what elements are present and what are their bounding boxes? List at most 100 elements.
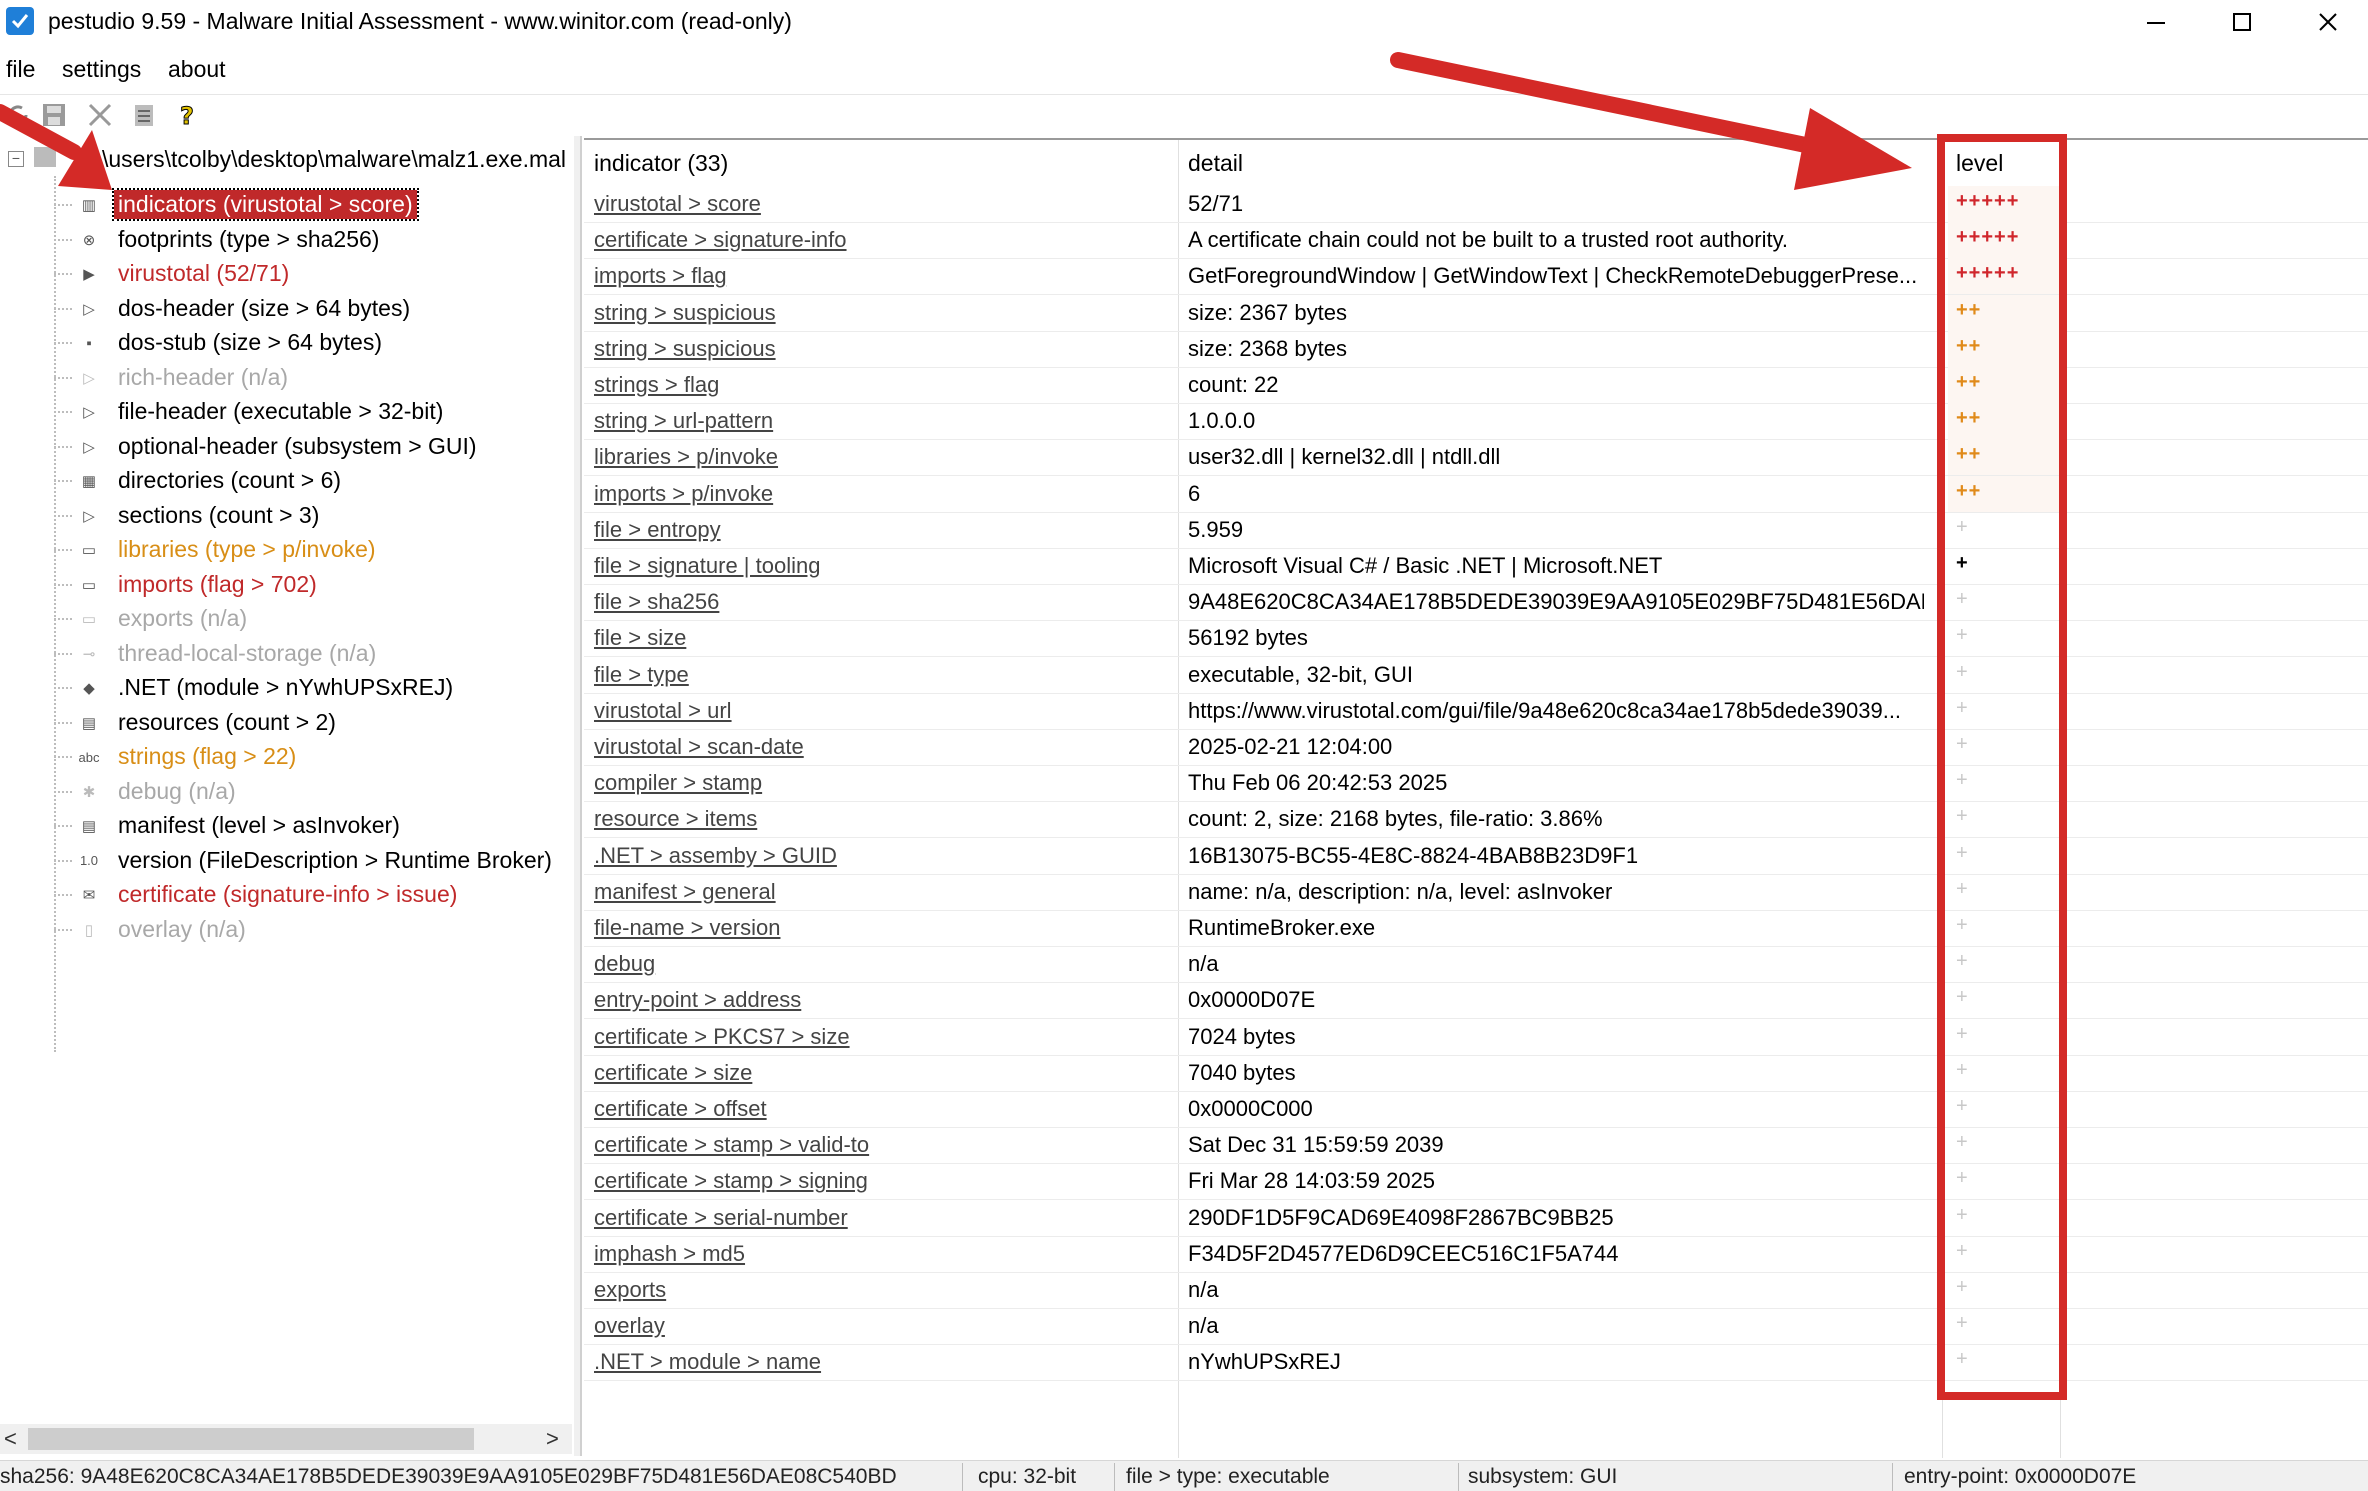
indicator-link[interactable]: .NET > module > name [594, 1349, 821, 1375]
indicator-link[interactable]: virustotal > url [594, 698, 732, 724]
indicator-link[interactable]: file > entropy [594, 517, 721, 543]
tree-item[interactable]: ▷ optional-header (subsystem > GUI) [54, 430, 574, 464]
tree-item[interactable]: ✱ debug (n/a) [54, 775, 574, 809]
tree-item[interactable]: ⊗ footprints (type > sha256) [54, 223, 574, 257]
indicator-link[interactable]: file-name > version [594, 915, 780, 941]
tree-item[interactable]: ▤ resources (count > 2) [54, 706, 574, 740]
indicator-link[interactable]: entry-point > address [594, 987, 801, 1013]
delete-button[interactable] [84, 99, 116, 131]
header-level[interactable]: level [1956, 150, 2003, 177]
scroll-thumb[interactable] [28, 1428, 474, 1450]
help-button[interactable]: ? [172, 99, 204, 131]
table-row[interactable]: file > sha256 9A48E620C8CA34AE178B5DEDE39… [584, 584, 2368, 622]
indicator-link[interactable]: imphash > md5 [594, 1241, 745, 1267]
tree-item[interactable]: ▦ directories (count > 6) [54, 464, 574, 498]
table-row[interactable]: string > suspicious size: 2368 bytes ++ [584, 330, 2368, 368]
table-row[interactable]: file-name > version RuntimeBroker.exe + [584, 910, 2368, 947]
tree-item[interactable]: abc strings (flag > 22) [54, 740, 574, 774]
tree-item[interactable]: ◆ .NET (module > nYwhUPSxREJ) [54, 671, 574, 705]
table-row[interactable]: .NET > assemby > GUID 16B13075-BC55-4E8C-… [584, 838, 2368, 875]
indicator-link[interactable]: certificate > offset [594, 1096, 767, 1122]
table-row[interactable]: certificate > size 7040 bytes + [584, 1055, 2368, 1092]
table-row[interactable]: file > size 56192 bytes + [584, 620, 2368, 658]
tree-item[interactable]: ▷ file-header (executable > 32-bit) [54, 395, 574, 429]
table-row[interactable]: string > url-pattern 1.0.0.0 ++ [584, 403, 2368, 441]
indicator-link[interactable]: file > signature | tooling [594, 553, 820, 579]
indicator-link[interactable]: certificate > PKCS7 > size [594, 1024, 850, 1050]
table-row[interactable]: libraries > p/invoke user32.dll | kernel3… [584, 439, 2368, 477]
clipboard-button[interactable] [128, 99, 160, 131]
indicator-link[interactable]: imports > p/invoke [594, 481, 773, 507]
close-button[interactable] [2288, 2, 2368, 42]
menu-settings[interactable]: settings [62, 56, 141, 83]
tree-item[interactable]: ▶ virustotal (52/71) [54, 257, 574, 291]
table-row[interactable]: compiler > stamp Thu Feb 06 20:42:53 2025… [584, 765, 2368, 803]
indicator-link[interactable]: certificate > serial-number [594, 1205, 848, 1231]
table-row[interactable]: imports > p/invoke 6 ++ [584, 475, 2368, 513]
tree-item[interactable]: ✉ certificate (signature-info > issue) [54, 878, 574, 912]
table-row[interactable]: imphash > md5 F34D5F2D4577ED6D9CEEC516C1F… [584, 1236, 2368, 1273]
indicator-link[interactable]: certificate > size [594, 1060, 752, 1086]
table-row[interactable]: virustotal > scan-date 2025-02-21 12:04:0… [584, 729, 2368, 766]
table-row[interactable]: entry-point > address 0x0000D07E + [584, 982, 2368, 1020]
indicator-link[interactable]: libraries > p/invoke [594, 444, 778, 470]
indicator-link[interactable]: certificate > stamp > signing [594, 1168, 868, 1194]
tree-item[interactable]: ▪ dos-stub (size > 64 bytes) [54, 326, 574, 360]
panel-splitter[interactable] [574, 136, 582, 1456]
indicator-link[interactable]: compiler > stamp [594, 770, 762, 796]
tree-item[interactable]: ▷ rich-header (n/a) [54, 361, 574, 395]
save-button[interactable] [38, 99, 70, 131]
tree-item[interactable]: ▯ overlay (n/a) [54, 913, 574, 947]
tree-item[interactable]: 1.0 version (FileDescription > Runtime Br… [54, 844, 574, 878]
indicator-link[interactable]: overlay [594, 1313, 665, 1339]
table-row[interactable]: exports n/a + [584, 1272, 2368, 1309]
indicator-link[interactable]: string > suspicious [594, 336, 776, 362]
indicator-link[interactable]: certificate > signature-info [594, 227, 847, 253]
indicator-link[interactable]: string > url-pattern [594, 408, 773, 434]
indicator-link[interactable]: imports > flag [594, 263, 727, 289]
tree-item[interactable]: ⊸ thread-local-storage (n/a) [54, 637, 574, 671]
indicator-link[interactable]: strings > flag [594, 372, 719, 398]
indicator-link[interactable]: file > size [594, 625, 686, 651]
table-row[interactable]: resource > items count: 2, size: 2168 byt… [584, 801, 2368, 839]
scroll-right-icon[interactable]: > [546, 1426, 559, 1452]
indicator-link[interactable]: resource > items [594, 806, 757, 832]
tree-item[interactable]: ▷ sections (count > 3) [54, 499, 574, 533]
tree-item[interactable]: ▭ exports (n/a) [54, 602, 574, 636]
table-row[interactable]: virustotal > url https://www.virustotal.c… [584, 693, 2368, 730]
table-row[interactable]: debug n/a + [584, 946, 2368, 984]
indicator-link[interactable]: file > type [594, 662, 689, 688]
indicator-link[interactable]: string > suspicious [594, 300, 776, 326]
header-indicator[interactable]: indicator (33) [594, 150, 728, 177]
tree-item[interactable]: ▥ indicators (virustotal > score) [54, 188, 574, 222]
table-row[interactable]: certificate > stamp > valid-to Sat Dec 31… [584, 1127, 2368, 1165]
tree-item[interactable]: ▭ imports (flag > 702) [54, 568, 574, 602]
indicator-link[interactable]: exports [594, 1277, 666, 1303]
table-row[interactable]: file > signature | tooling Microsoft Visu… [584, 548, 2368, 585]
table-row[interactable]: .NET > module > name nYwhUPSxREJ + [584, 1344, 2368, 1382]
header-detail[interactable]: detail [1188, 150, 1243, 177]
indicator-link[interactable]: certificate > stamp > valid-to [594, 1132, 869, 1158]
table-row[interactable]: certificate > signature-info A certificat… [584, 222, 2368, 260]
table-row[interactable]: file > entropy 5.959 + [584, 512, 2368, 549]
table-row[interactable]: file > type executable, 32-bit, GUI + [584, 657, 2368, 694]
indicator-link[interactable]: manifest > general [594, 879, 776, 905]
tree-item[interactable]: ▭ libraries (type > p/invoke) [54, 533, 574, 567]
table-row[interactable]: virustotal > score 52/71 +++++ [584, 186, 2368, 223]
maximize-button[interactable] [2202, 2, 2282, 42]
table-row[interactable]: strings > flag count: 22 ++ [584, 367, 2368, 404]
tree-item[interactable]: ▤ manifest (level > asInvoker) [54, 809, 574, 843]
tree-horizontal-scrollbar[interactable]: < > [0, 1424, 572, 1454]
menu-file[interactable]: file [6, 56, 35, 83]
table-row[interactable]: certificate > offset 0x0000C000 + [584, 1091, 2368, 1128]
table-row[interactable]: overlay n/a + [584, 1308, 2368, 1346]
collapse-icon[interactable]: − [8, 151, 24, 167]
table-row[interactable]: certificate > PKCS7 > size 7024 bytes + [584, 1019, 2368, 1056]
indicator-link[interactable]: virustotal > scan-date [594, 734, 804, 760]
indicator-link[interactable]: debug [594, 951, 655, 977]
table-row[interactable]: string > suspicious size: 2367 bytes ++ [584, 294, 2368, 332]
table-row[interactable]: certificate > stamp > signing Fri Mar 28 … [584, 1163, 2368, 1201]
tree-item[interactable]: ▷ dos-header (size > 64 bytes) [54, 292, 574, 326]
indicator-link[interactable]: virustotal > score [594, 191, 761, 217]
menu-about[interactable]: about [168, 56, 226, 83]
